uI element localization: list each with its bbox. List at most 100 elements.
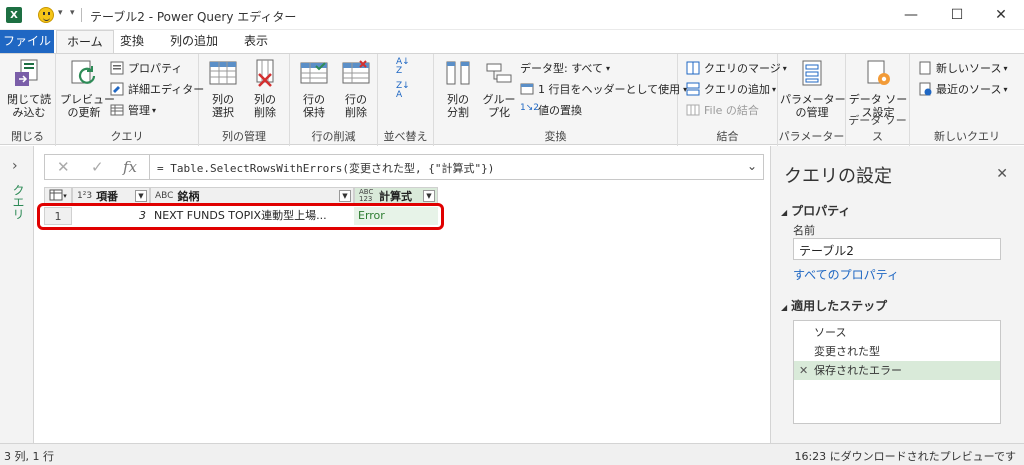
formula-cancel-button[interactable]: ✕	[57, 158, 70, 176]
merge-queries-button[interactable]: クエリのマージ ▾	[686, 60, 787, 76]
step-source[interactable]: ソース	[794, 323, 1000, 342]
sort-ascending-button[interactable]: A↓ Z	[396, 58, 410, 76]
group-combine: クエリのマージ ▾ クエリの追加 ▾ File の結合 結合	[678, 54, 787, 146]
applied-steps-list: ソース 変更された型 ✕ 保存されたエラー	[793, 320, 1001, 424]
sort-ascending-icon: A↓ Z	[396, 57, 410, 76]
group-query: プレビュー の更新 プロパティ 詳細エディター 管理 ▾ クエリ	[56, 54, 204, 146]
advanced-editor-button[interactable]: 詳細エディター	[110, 81, 204, 97]
step-kept-errors[interactable]: ✕ 保存されたエラー	[794, 361, 1000, 380]
query-settings-title: クエリの設定	[784, 166, 892, 187]
table-menu-icon	[49, 189, 63, 204]
choose-columns-button[interactable]: 列の 選択	[203, 58, 243, 119]
formula-input[interactable]: = Table.SelectRowsWithErrors(変更された型, {"計…	[157, 160, 494, 176]
close-window-button[interactable]: ✕	[978, 0, 1024, 30]
step-changed-type[interactable]: 変更された型	[794, 342, 1000, 361]
split-column-icon	[442, 58, 474, 90]
collapse-triangle-icon: ◢	[781, 303, 788, 312]
replace-values-button[interactable]: 1↘2 値の置換	[520, 102, 582, 118]
manage-parameters-button[interactable]: パラメーター の管理	[780, 58, 846, 119]
close-settings-icon[interactable]: ✕	[996, 166, 1008, 182]
group-reduce-rows: 行の 保持 行の 削除 行の削減	[290, 54, 378, 146]
keep-rows-icon	[298, 58, 330, 90]
replace-values-icon: 1↘2	[520, 103, 539, 113]
new-source-button[interactable]: 新しいソース ▾	[918, 60, 1007, 76]
group-data-sources: データ ソー ス設定 データ ソース	[846, 54, 910, 146]
append-queries-button[interactable]: クエリの追加 ▾	[686, 81, 776, 97]
manage-button[interactable]: 管理 ▾	[110, 102, 156, 118]
group-by-icon	[483, 58, 515, 90]
title-bar: X ▾ ▾ テーブル2 - Power Query エディター — ☐ ✕	[0, 0, 1024, 30]
smiley-feedback-icon[interactable]	[38, 7, 54, 23]
name-label: 名前	[793, 224, 815, 237]
whole-number-type-icon[interactable]: 1²3	[77, 191, 92, 201]
close-and-load-button[interactable]: 閉じて読 み込む	[6, 58, 52, 119]
keep-rows-button[interactable]: 行の 保持	[294, 58, 334, 119]
title-separator	[81, 8, 82, 22]
query-name-input[interactable]: テーブル2	[793, 238, 1001, 260]
data-source-settings-button[interactable]: データ ソー ス設定	[848, 58, 908, 119]
remove-columns-button[interactable]: 列の 削除	[245, 58, 285, 119]
ribbon-tabs: ファイル ホーム 変換 列の追加 表示 ︿ ?	[0, 30, 1024, 80]
query-settings-pane: クエリの設定 ✕ ◢ プロパティ 名前 テーブル2 すべてのプロパティ ◢ 適用した…	[770, 146, 1024, 443]
group-sort: A↓ Z Z↓ A 並べ替え	[378, 54, 434, 146]
text-type-icon[interactable]: ABC	[155, 191, 173, 201]
choose-columns-icon	[207, 58, 239, 90]
status-bar: 3 列, 1 行 16:23 にダウンロードされたプレビューです	[0, 443, 1024, 465]
all-properties-link[interactable]: すべてのプロパティ	[793, 266, 899, 283]
advanced-editor-icon	[110, 82, 124, 96]
formula-bar: ✕ ✓ fx = Table.SelectRowsWithErrors(変更され…	[44, 154, 764, 180]
delete-step-icon[interactable]: ✕	[799, 361, 808, 380]
recent-sources-button[interactable]: 最近のソース ▾	[918, 81, 1007, 97]
excel-app-icon: X	[6, 7, 22, 23]
window-title: テーブル2 - Power Query エディター	[90, 10, 297, 24]
new-source-icon	[918, 61, 932, 75]
column-filter-button[interactable]: ▼	[423, 190, 435, 202]
recent-sources-icon	[918, 82, 932, 96]
status-preview-time: 16:23 にダウンロードされたプレビューです	[794, 450, 1016, 463]
group-transform: 列の 分割 グルー プ化 データ型: すべて ▾ 1 行目をヘッダーとして使用 ▾ …	[434, 54, 687, 146]
refresh-icon	[68, 58, 100, 90]
parameters-icon	[796, 58, 828, 90]
group-new-query: 新しいソース ▾ 最近のソース ▾ 新しいクエリ	[910, 54, 1024, 146]
feedback-dropdown-icon[interactable]: ▾	[58, 8, 63, 18]
combine-files-button[interactable]: File の結合	[686, 102, 759, 118]
column-filter-button[interactable]: ▼	[339, 190, 351, 202]
remove-rows-icon	[340, 58, 372, 90]
tab-add-column[interactable]: 列の追加	[160, 30, 228, 53]
any-type-icon[interactable]: ABC 123	[359, 189, 375, 203]
properties-icon	[110, 61, 124, 75]
queries-pane-label[interactable]: クエリ	[10, 184, 27, 220]
data-source-gear-icon	[862, 58, 894, 90]
tab-home[interactable]: ホーム	[56, 30, 114, 53]
quick-access-customize-icon[interactable]: ▾	[70, 8, 75, 18]
merge-queries-icon	[686, 61, 700, 75]
applied-steps-header[interactable]: ◢ 適用したステップ	[781, 297, 887, 314]
sort-descending-button[interactable]: Z↓ A	[396, 82, 410, 100]
combine-files-icon	[686, 103, 700, 117]
append-queries-icon	[686, 82, 700, 96]
formula-separator	[149, 155, 150, 179]
group-by-button[interactable]: グルー プ化	[480, 58, 518, 119]
properties-section-header[interactable]: ◢ プロパティ	[781, 202, 850, 219]
expand-formula-icon[interactable]: ⌄	[747, 159, 757, 173]
minimize-button[interactable]: —	[888, 0, 934, 30]
status-row-column-count: 3 列, 1 行	[4, 450, 54, 463]
column-filter-button[interactable]: ▼	[135, 190, 147, 202]
group-close: 閉じて読 み込む 閉じる	[0, 54, 56, 146]
data-type-dropdown[interactable]: データ型: すべて ▾	[520, 60, 610, 76]
properties-button[interactable]: プロパティ	[110, 60, 182, 76]
split-column-button[interactable]: 列の 分割	[438, 58, 478, 119]
main-area: ✕ ✓ fx = Table.SelectRowsWithErrors(変更され…	[34, 146, 770, 443]
maximize-button[interactable]: ☐	[934, 0, 980, 30]
tab-transform[interactable]: 変換	[110, 30, 154, 53]
refresh-preview-button[interactable]: プレビュー の更新	[60, 58, 115, 119]
use-first-row-button[interactable]: 1 行目をヘッダーとして使用 ▾	[520, 81, 687, 97]
remove-rows-button[interactable]: 行の 削除	[336, 58, 376, 119]
tab-file[interactable]: ファイル	[0, 30, 54, 53]
highlight-annotation-box	[37, 203, 444, 230]
formula-confirm-button[interactable]: ✓	[91, 158, 104, 176]
tab-view[interactable]: 表示	[234, 30, 278, 53]
collapse-triangle-icon: ◢	[781, 208, 788, 217]
expand-queries-icon[interactable]: ›	[12, 158, 18, 174]
fx-button[interactable]: fx	[123, 158, 137, 176]
